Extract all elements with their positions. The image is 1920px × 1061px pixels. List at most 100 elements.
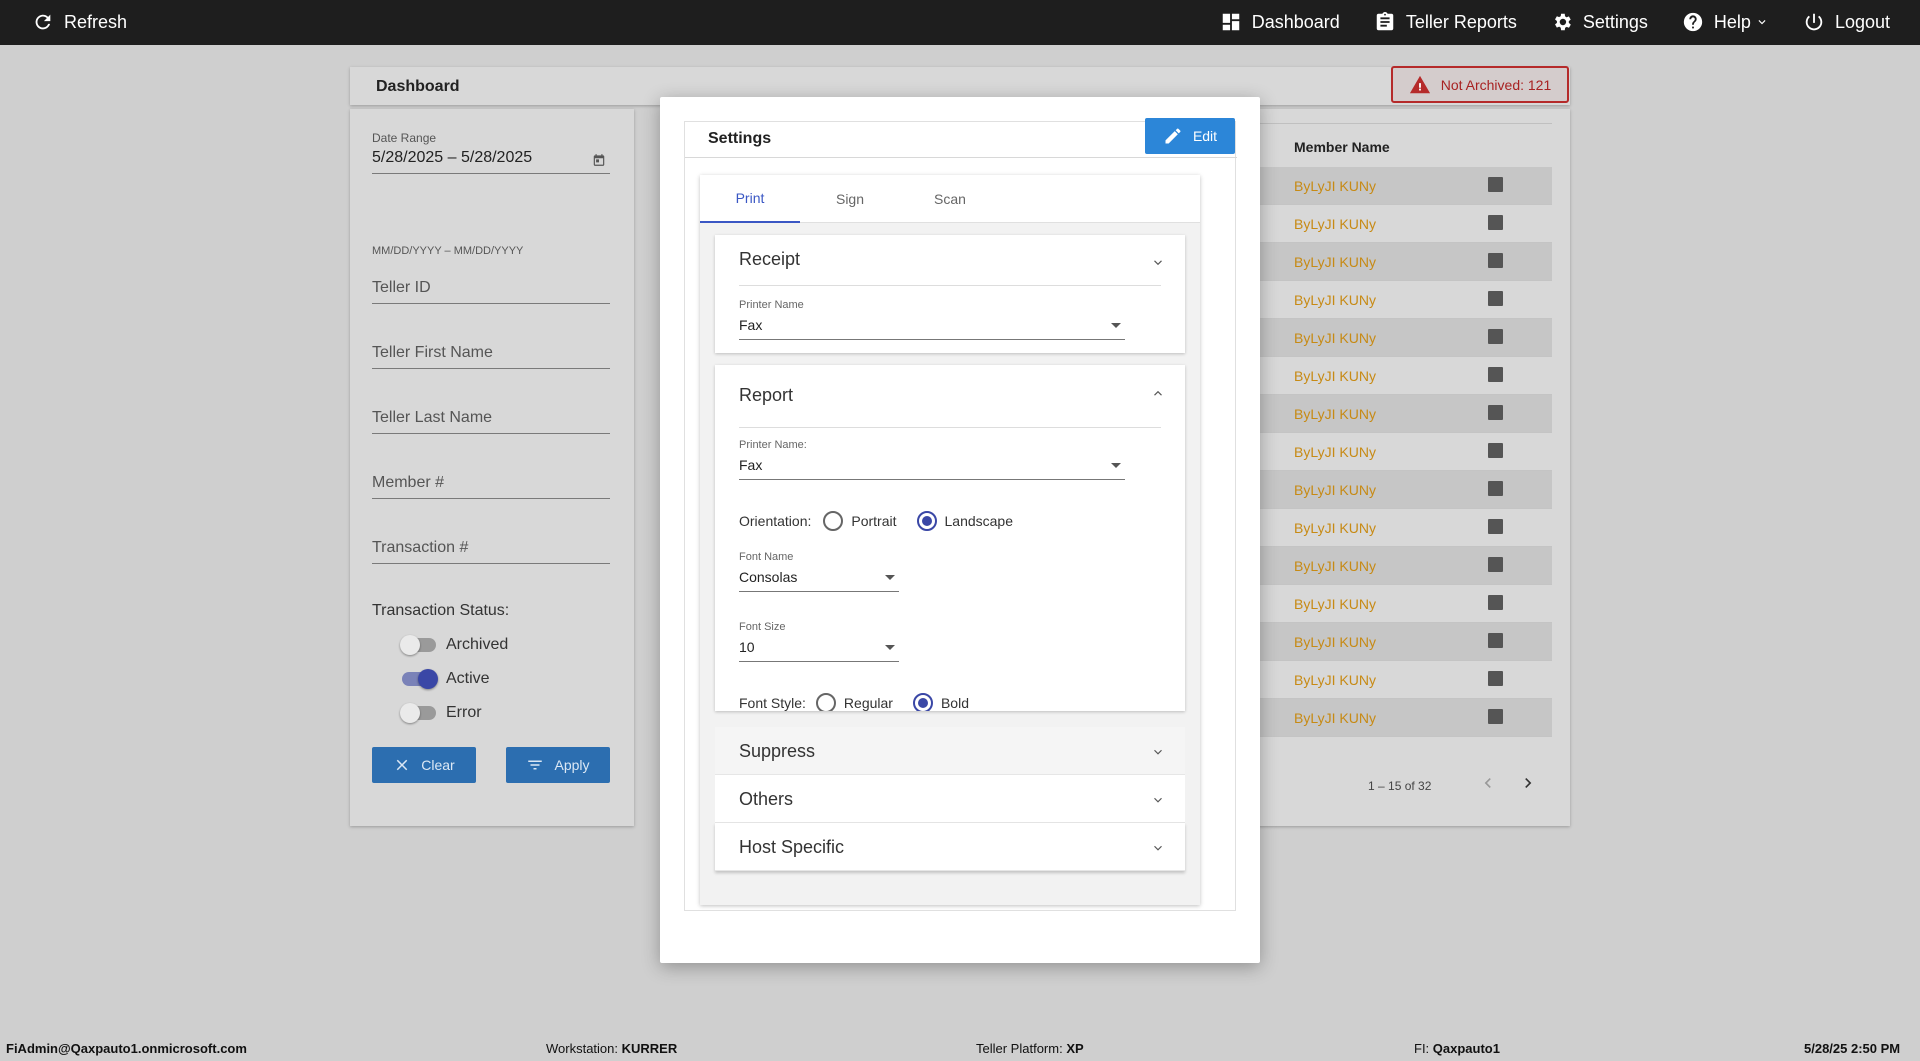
- member-number-input[interactable]: Member #: [372, 474, 610, 499]
- bold-radio[interactable]: [912, 693, 933, 711]
- member-name-link[interactable]: ByLyJI KUNy: [1294, 520, 1376, 536]
- toggle-archived[interactable]: Archived: [400, 635, 508, 655]
- nav-logout[interactable]: Logout: [1803, 11, 1890, 33]
- table-row[interactable]: ByLyJI KUNy: [1258, 699, 1552, 737]
- transaction-number-input[interactable]: Transaction #: [372, 539, 610, 564]
- note-icon[interactable]: [1488, 215, 1503, 230]
- teller-first-name-input[interactable]: Teller First Name: [372, 344, 610, 369]
- chevron-up-icon[interactable]: [1151, 387, 1165, 401]
- member-name-link[interactable]: ByLyJI KUNy: [1294, 672, 1376, 688]
- member-name-link[interactable]: ByLyJI KUNy: [1294, 216, 1376, 232]
- note-icon[interactable]: [1488, 595, 1503, 610]
- nav-teller-reports[interactable]: Teller Reports: [1374, 11, 1517, 33]
- note-icon[interactable]: [1488, 481, 1503, 496]
- member-name-link[interactable]: ByLyJI KUNy: [1294, 330, 1376, 346]
- apply-button[interactable]: Apply: [506, 747, 610, 783]
- calendar-icon[interactable]: [592, 153, 606, 167]
- chevron-down-icon: [1154, 749, 1162, 755]
- regular-radio[interactable]: [815, 693, 836, 711]
- member-name-link[interactable]: ByLyJI KUNy: [1294, 482, 1376, 498]
- table-row[interactable]: ByLyJI KUNy: [1258, 205, 1552, 243]
- host-specific-accordion[interactable]: Host Specific: [715, 823, 1185, 871]
- clear-button[interactable]: Clear: [372, 747, 476, 783]
- dropdown-arrow-icon: [1111, 463, 1121, 468]
- table-row[interactable]: ByLyJI KUNy: [1258, 319, 1552, 357]
- table-row[interactable]: ByLyJI KUNy: [1258, 509, 1552, 547]
- note-icon[interactable]: [1488, 709, 1503, 724]
- table-row[interactable]: ByLyJI KUNy: [1258, 357, 1552, 395]
- teller-last-name-input[interactable]: Teller Last Name: [372, 409, 610, 434]
- member-name-link[interactable]: ByLyJI KUNy: [1294, 368, 1376, 384]
- table-row[interactable]: ByLyJI KUNy: [1258, 167, 1552, 205]
- note-icon[interactable]: [1488, 405, 1503, 420]
- font-size-value: 10: [739, 639, 755, 655]
- toggle-active[interactable]: Active: [402, 669, 490, 689]
- table-row[interactable]: ByLyJI KUNy: [1258, 547, 1552, 585]
- member-name-link[interactable]: ByLyJI KUNy: [1294, 596, 1376, 612]
- report-printer-select[interactable]: Printer Name: Fax: [739, 439, 1125, 480]
- note-icon[interactable]: [1488, 253, 1503, 268]
- table-row[interactable]: ByLyJI KUNy: [1258, 623, 1552, 661]
- settings-tabs-card: Print Sign Scan Receipt Printer Name Fax…: [700, 175, 1200, 905]
- archived-switch[interactable]: [400, 635, 436, 655]
- landscape-label: Landscape: [944, 513, 1014, 529]
- edit-button[interactable]: Edit: [1145, 118, 1235, 154]
- date-range-field[interactable]: Date Range 5/28/2025 – 5/28/2025: [372, 131, 610, 174]
- table-row[interactable]: ByLyJI KUNy: [1258, 433, 1552, 471]
- nav-help[interactable]: Help: [1682, 11, 1769, 33]
- note-icon[interactable]: [1488, 633, 1503, 648]
- chevron-up-icon[interactable]: [1151, 255, 1165, 269]
- portrait-radio[interactable]: [823, 511, 844, 531]
- note-icon[interactable]: [1488, 291, 1503, 306]
- teller-id-input[interactable]: Teller ID: [372, 279, 610, 304]
- note-icon[interactable]: [1488, 443, 1503, 458]
- table-row[interactable]: ByLyJI KUNy: [1258, 661, 1552, 699]
- table-row[interactable]: ByLyJI KUNy: [1258, 281, 1552, 319]
- nav-dashboard[interactable]: Dashboard: [1220, 11, 1340, 33]
- date-range-label: Date Range: [372, 131, 437, 145]
- toggle-error[interactable]: Error: [400, 703, 482, 723]
- member-name-link[interactable]: ByLyJI KUNy: [1294, 178, 1376, 194]
- member-name-link[interactable]: ByLyJI KUNy: [1294, 634, 1376, 650]
- member-name-link[interactable]: ByLyJI KUNy: [1294, 406, 1376, 422]
- table-row[interactable]: ByLyJI KUNy: [1258, 243, 1552, 281]
- note-icon[interactable]: [1488, 177, 1503, 192]
- table-row[interactable]: ByLyJI KUNy: [1258, 395, 1552, 433]
- nav-settings[interactable]: Settings: [1551, 11, 1648, 33]
- tab-scan[interactable]: Scan: [900, 175, 1000, 223]
- suppress-accordion[interactable]: Suppress: [715, 727, 1185, 775]
- dropdown-arrow-icon: [885, 645, 895, 650]
- font-name-select[interactable]: Font Name Consolas: [739, 551, 899, 592]
- member-name-link[interactable]: ByLyJI KUNy: [1294, 292, 1376, 308]
- chevron-left-icon[interactable]: [1478, 773, 1498, 793]
- regular-label: Regular: [843, 695, 893, 711]
- note-icon[interactable]: [1488, 367, 1503, 382]
- tab-sign[interactable]: Sign: [800, 175, 900, 223]
- member-name-link[interactable]: ByLyJI KUNy: [1294, 558, 1376, 574]
- receipt-header[interactable]: Receipt: [739, 249, 800, 270]
- receipt-printer-select[interactable]: Printer Name Fax: [739, 299, 1125, 340]
- refresh-button[interactable]: Refresh: [32, 11, 127, 33]
- table-row[interactable]: ByLyJI KUNy: [1258, 585, 1552, 623]
- toggle-error-label: Error: [446, 704, 482, 721]
- member-name-link[interactable]: ByLyJI KUNy: [1294, 710, 1376, 726]
- report-header[interactable]: Report: [739, 385, 793, 406]
- dashboard-icon: [1222, 13, 1239, 31]
- transactions-table: Member Name ByLyJI KUNy ByLyJI KUNy ByLyJI…: [1258, 109, 1570, 826]
- landscape-radio[interactable]: [916, 511, 937, 531]
- active-switch[interactable]: [402, 669, 438, 689]
- not-archived-badge[interactable]: Not Archived: 121: [1391, 66, 1569, 103]
- font-size-select[interactable]: Font Size 10: [739, 621, 899, 662]
- note-icon[interactable]: [1488, 671, 1503, 686]
- note-icon[interactable]: [1488, 557, 1503, 572]
- column-member-name[interactable]: Member Name: [1294, 139, 1390, 155]
- member-name-link[interactable]: ByLyJI KUNy: [1294, 254, 1376, 270]
- tab-print[interactable]: Print: [700, 175, 800, 223]
- error-switch[interactable]: [400, 703, 436, 723]
- member-name-link[interactable]: ByLyJI KUNy: [1294, 444, 1376, 460]
- note-icon[interactable]: [1488, 519, 1503, 534]
- chevron-right-icon[interactable]: [1518, 773, 1538, 793]
- note-icon[interactable]: [1488, 329, 1503, 344]
- table-row[interactable]: ByLyJI KUNy: [1258, 471, 1552, 509]
- others-accordion[interactable]: Others: [715, 775, 1185, 823]
